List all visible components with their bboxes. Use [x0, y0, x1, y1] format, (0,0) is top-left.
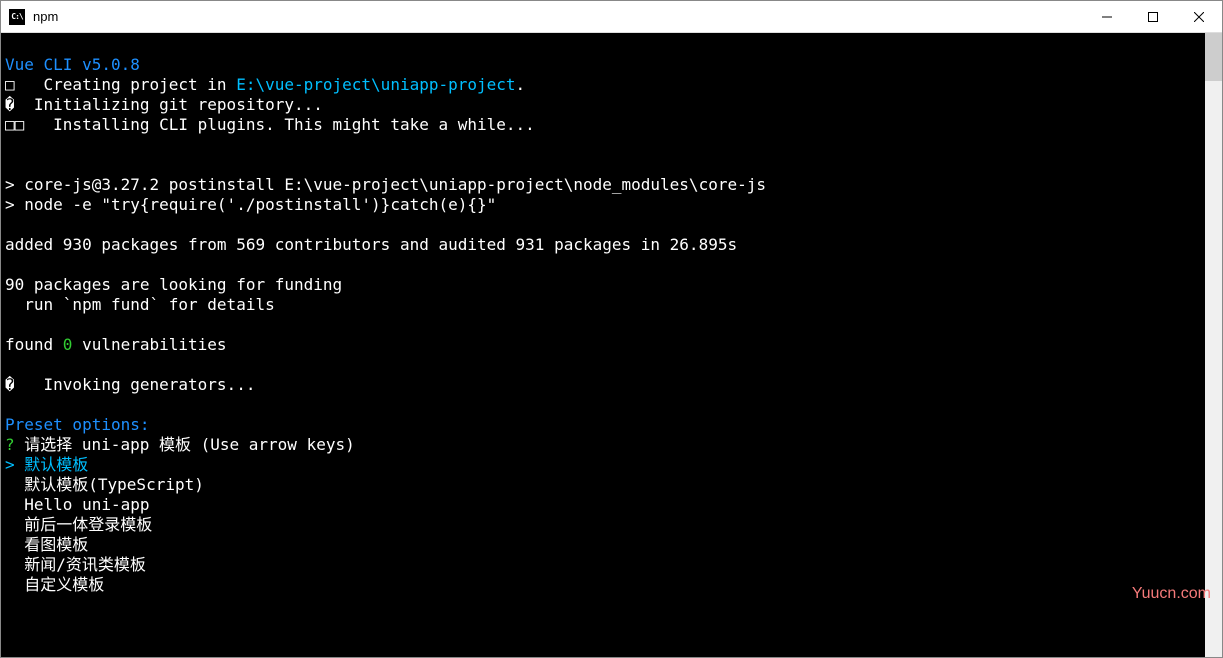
scrollbar[interactable] — [1205, 33, 1222, 657]
template-option[interactable]: Hello uni-app — [24, 495, 149, 514]
scrollbar-thumb[interactable] — [1205, 33, 1222, 81]
postinstall-line: > core-js@3.27.2 postinstall E:\vue-proj… — [5, 175, 766, 194]
node-cmd-line: > node -e "try{require('./postinstall')}… — [5, 195, 496, 214]
preset-options-label: Preset options: — [5, 415, 150, 434]
selector-arrow: > — [5, 455, 15, 474]
prompt-text: 请选择 uni-app 模板 (Use arrow keys) — [15, 435, 355, 454]
vue-cli-version: Vue CLI v5.0.8 — [5, 55, 140, 74]
added-packages-line: added 930 packages from 569 contributors… — [5, 235, 737, 254]
window-title: npm — [33, 9, 58, 24]
cmd-icon-text: C:\ — [11, 12, 22, 21]
found-suffix: vulnerabilities — [72, 335, 226, 354]
init-git-line: � Initializing git repository... — [5, 95, 323, 114]
invoking-line: � Invoking generators... — [5, 375, 255, 394]
template-option[interactable]: 看图模板 — [24, 535, 88, 554]
close-button[interactable] — [1176, 1, 1222, 32]
creating-line-prefix: □ Creating project in — [5, 75, 236, 94]
window-controls — [1084, 1, 1222, 32]
maximize-icon — [1148, 12, 1158, 22]
installing-line: □□ Installing CLI plugins. This might ta… — [5, 115, 535, 134]
funding-line-1: 90 packages are looking for funding — [5, 275, 342, 294]
titlebar[interactable]: C:\ npm — [1, 1, 1222, 33]
minimize-button[interactable] — [1084, 1, 1130, 32]
creating-suffix: . — [516, 75, 526, 94]
terminal-window: C:\ npm Vue CLI v5.0.8 □ Creating projec… — [0, 0, 1223, 658]
maximize-button[interactable] — [1130, 1, 1176, 32]
found-count: 0 — [63, 335, 73, 354]
template-option[interactable]: 默认模板 — [24, 455, 88, 474]
terminal-area: Vue CLI v5.0.8 □ Creating project in E:\… — [1, 33, 1222, 657]
template-option[interactable]: 前后一体登录模板 — [24, 515, 152, 534]
funding-line-2: run `npm fund` for details — [5, 295, 275, 314]
found-prefix: found — [5, 335, 63, 354]
template-list[interactable]: 默认模板 默认模板(TypeScript) Hello uni-app 前后一体… — [5, 455, 204, 594]
minimize-icon — [1102, 12, 1112, 22]
terminal-output[interactable]: Vue CLI v5.0.8 □ Creating project in E:\… — [1, 33, 1205, 657]
close-icon — [1194, 12, 1204, 22]
prompt-question-mark: ? — [5, 435, 15, 454]
creating-path: E:\vue-project\uniapp-project — [236, 75, 515, 94]
template-option[interactable]: 默认模板(TypeScript) — [24, 475, 204, 494]
template-option[interactable]: 新闻/资讯类模板 — [24, 555, 146, 574]
template-option[interactable]: 自定义模板 — [24, 575, 104, 594]
cmd-icon: C:\ — [9, 9, 25, 25]
